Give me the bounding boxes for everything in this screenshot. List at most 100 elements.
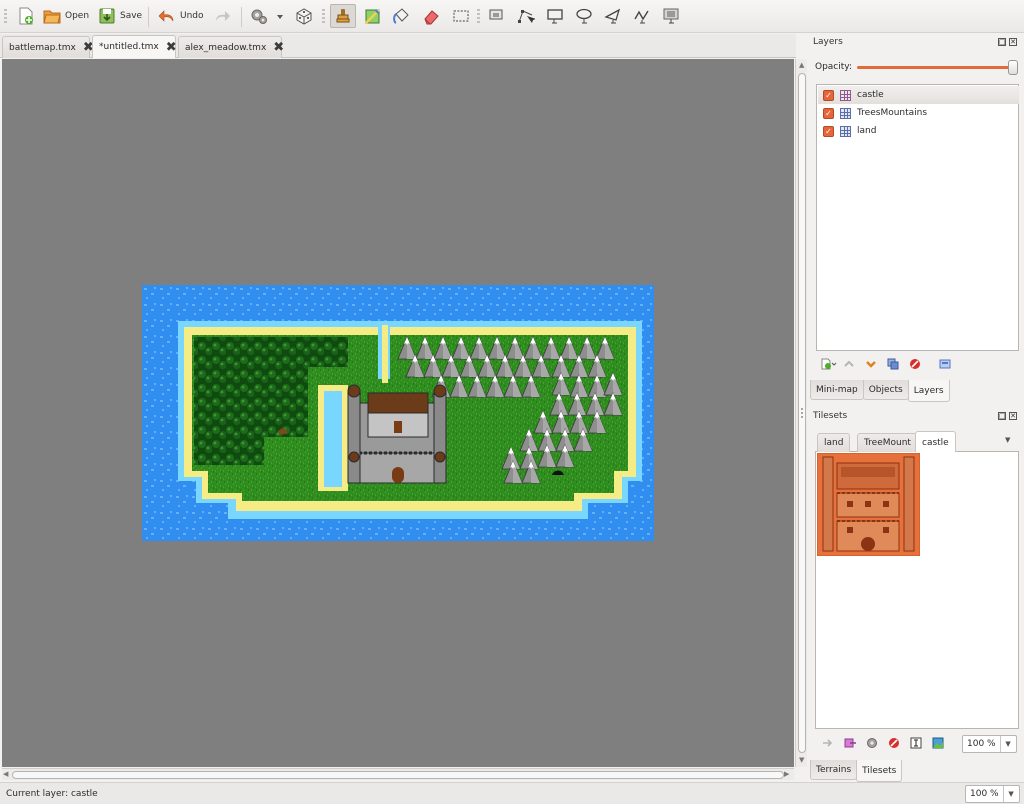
undo-icon bbox=[158, 7, 176, 25]
layer-name: TreesMountains bbox=[857, 108, 928, 118]
map-zoom-select[interactable]: 100 % ▼ bbox=[965, 785, 1020, 803]
open-button[interactable]: Open bbox=[40, 4, 92, 28]
insert-polyline-button[interactable] bbox=[630, 4, 654, 28]
terrain-brush-icon bbox=[364, 7, 382, 25]
new-file-icon bbox=[17, 7, 35, 25]
toolbar-grip[interactable] bbox=[322, 9, 325, 25]
command-dropdown-button[interactable] bbox=[273, 4, 287, 28]
float-dock-icon[interactable]: □ bbox=[998, 38, 1006, 46]
redo-button[interactable] bbox=[210, 4, 234, 28]
insert-tile-button[interactable] bbox=[659, 4, 683, 28]
insert-polygon-button[interactable] bbox=[601, 4, 625, 28]
opacity-slider-handle[interactable] bbox=[1008, 60, 1018, 75]
remove-tileset-icon[interactable] bbox=[888, 737, 900, 749]
ellipse-icon bbox=[575, 7, 593, 25]
eraser-button[interactable] bbox=[419, 4, 443, 28]
import-tileset-icon[interactable] bbox=[822, 737, 834, 749]
select-objects-button[interactable] bbox=[485, 4, 509, 28]
document-tab-bar: battlemap.tmx ✖ *untitled.tmx ✖ alex_mea… bbox=[0, 34, 796, 58]
tab-tileset-land[interactable]: land bbox=[817, 433, 851, 452]
tileset-properties-icon[interactable] bbox=[866, 737, 878, 749]
tab-terrains[interactable]: Terrains bbox=[810, 760, 858, 780]
tilesets-dock-title: Tilesets bbox=[813, 411, 848, 421]
scroll-up-arrow-icon[interactable]: ▲ bbox=[799, 61, 804, 69]
tab-alex-meadow[interactable]: alex_meadow.tmx ✖ bbox=[178, 36, 284, 58]
opacity-label: Opacity: bbox=[815, 62, 852, 72]
tile-layer-icon bbox=[840, 107, 851, 119]
tileset-zoom-select[interactable]: 100 % ▼ bbox=[962, 735, 1017, 753]
terrain-brush-button[interactable] bbox=[361, 4, 385, 28]
layer-visibility-checkbox[interactable]: ✓ bbox=[823, 107, 834, 119]
layer-row-land[interactable]: ✓ land bbox=[818, 122, 1019, 140]
tile-map[interactable] bbox=[142, 285, 654, 541]
tab-label: Terrains bbox=[816, 764, 852, 775]
edit-polygons-button[interactable] bbox=[514, 4, 538, 28]
tile-layer-icon bbox=[840, 89, 851, 101]
tab-layers[interactable]: Layers bbox=[907, 380, 950, 402]
layer-list[interactable]: ✓ castle ✓ TreesMountains ✓ land bbox=[816, 84, 1019, 351]
bucket-fill-button[interactable] bbox=[389, 4, 413, 28]
castle-tileset-image[interactable] bbox=[817, 453, 920, 556]
toolbar-grip[interactable] bbox=[477, 9, 480, 25]
layer-row-castle[interactable]: ✓ castle bbox=[818, 86, 1019, 104]
scroll-right-arrow-icon[interactable]: ▶ bbox=[784, 770, 789, 778]
tab-objects[interactable]: Objects bbox=[862, 380, 909, 400]
tile-layer-icon bbox=[840, 125, 851, 137]
insert-rectangle-button[interactable] bbox=[543, 4, 567, 28]
close-icon[interactable]: ✖ bbox=[273, 41, 284, 54]
tab-tileset-treemount[interactable]: TreeMount bbox=[857, 433, 918, 452]
tab-label: alex_meadow.tmx bbox=[185, 42, 267, 53]
duplicate-layer-icon[interactable] bbox=[887, 358, 899, 370]
tileset-image-icon[interactable] bbox=[932, 737, 944, 749]
insert-ellipse-button[interactable] bbox=[572, 4, 596, 28]
save-button[interactable]: Save bbox=[95, 4, 145, 28]
node-edit-icon bbox=[517, 7, 536, 25]
scroll-down-arrow-icon[interactable]: ▼ bbox=[799, 756, 804, 764]
tab-tilesets[interactable]: Tilesets bbox=[856, 760, 903, 782]
dock-splitter-handle[interactable] bbox=[801, 408, 803, 418]
layer-name: castle bbox=[857, 90, 884, 100]
delete-layer-icon[interactable] bbox=[909, 358, 921, 370]
chevron-down-icon[interactable]: ▼ bbox=[1005, 436, 1010, 444]
lower-layer-icon[interactable] bbox=[865, 358, 877, 370]
tab-battlemap[interactable]: battlemap.tmx ✖ bbox=[2, 36, 94, 58]
tab-mini-map[interactable]: Mini-map bbox=[810, 380, 864, 400]
close-icon[interactable]: ✖ bbox=[166, 41, 177, 54]
close-dock-icon[interactable]: ✕ bbox=[1009, 38, 1017, 46]
map-canvas[interactable] bbox=[2, 59, 794, 767]
undo-button[interactable]: Undo bbox=[155, 4, 207, 28]
chevron-down-icon[interactable]: ▼ bbox=[999, 736, 1016, 752]
tab-untitled[interactable]: *untitled.tmx ✖ bbox=[92, 35, 177, 58]
layer-visibility-checkbox[interactable]: ✓ bbox=[823, 89, 834, 101]
new-map-button[interactable] bbox=[14, 4, 38, 28]
open-label: Open bbox=[65, 11, 90, 21]
opacity-slider[interactable] bbox=[857, 66, 1015, 69]
command-button[interactable] bbox=[247, 4, 271, 28]
layer-row-treesmountains[interactable]: ✓ TreesMountains bbox=[818, 104, 1019, 122]
layer-visibility-checkbox[interactable]: ✓ bbox=[823, 125, 834, 137]
layers-dock-tabs: Mini-map Objects Layers bbox=[810, 380, 950, 402]
layer-toolbar bbox=[821, 358, 951, 370]
export-tileset-icon[interactable] bbox=[844, 737, 856, 749]
scroll-thumb[interactable] bbox=[12, 771, 784, 779]
raise-layer-icon[interactable] bbox=[843, 358, 855, 370]
random-mode-button[interactable] bbox=[292, 4, 316, 28]
close-dock-icon[interactable]: ✕ bbox=[1009, 412, 1017, 420]
tab-tileset-castle[interactable]: castle bbox=[915, 431, 956, 453]
status-bar: Current layer: castle 100 % ▼ bbox=[0, 782, 1024, 804]
rectangle-select-button[interactable] bbox=[449, 4, 473, 28]
edit-terrain-icon[interactable] bbox=[910, 737, 922, 749]
chevron-down-icon[interactable]: ▼ bbox=[1002, 786, 1019, 802]
toolbar-grip[interactable] bbox=[4, 9, 7, 25]
float-dock-icon[interactable]: □ bbox=[998, 412, 1006, 420]
add-layer-icon[interactable] bbox=[821, 358, 837, 370]
canvas-horizontal-scrollbar[interactable]: ◀ ▶ bbox=[2, 768, 794, 780]
tab-label: Tilesets bbox=[862, 765, 897, 776]
scroll-left-arrow-icon[interactable]: ◀ bbox=[3, 770, 8, 778]
tileset-view[interactable] bbox=[815, 452, 1019, 729]
toolbar-separator bbox=[241, 7, 242, 27]
layer-properties-icon[interactable] bbox=[939, 358, 951, 370]
save-icon bbox=[98, 7, 116, 25]
stamp-brush-button[interactable] bbox=[330, 4, 356, 28]
zoom-value: 100 % bbox=[967, 739, 996, 749]
